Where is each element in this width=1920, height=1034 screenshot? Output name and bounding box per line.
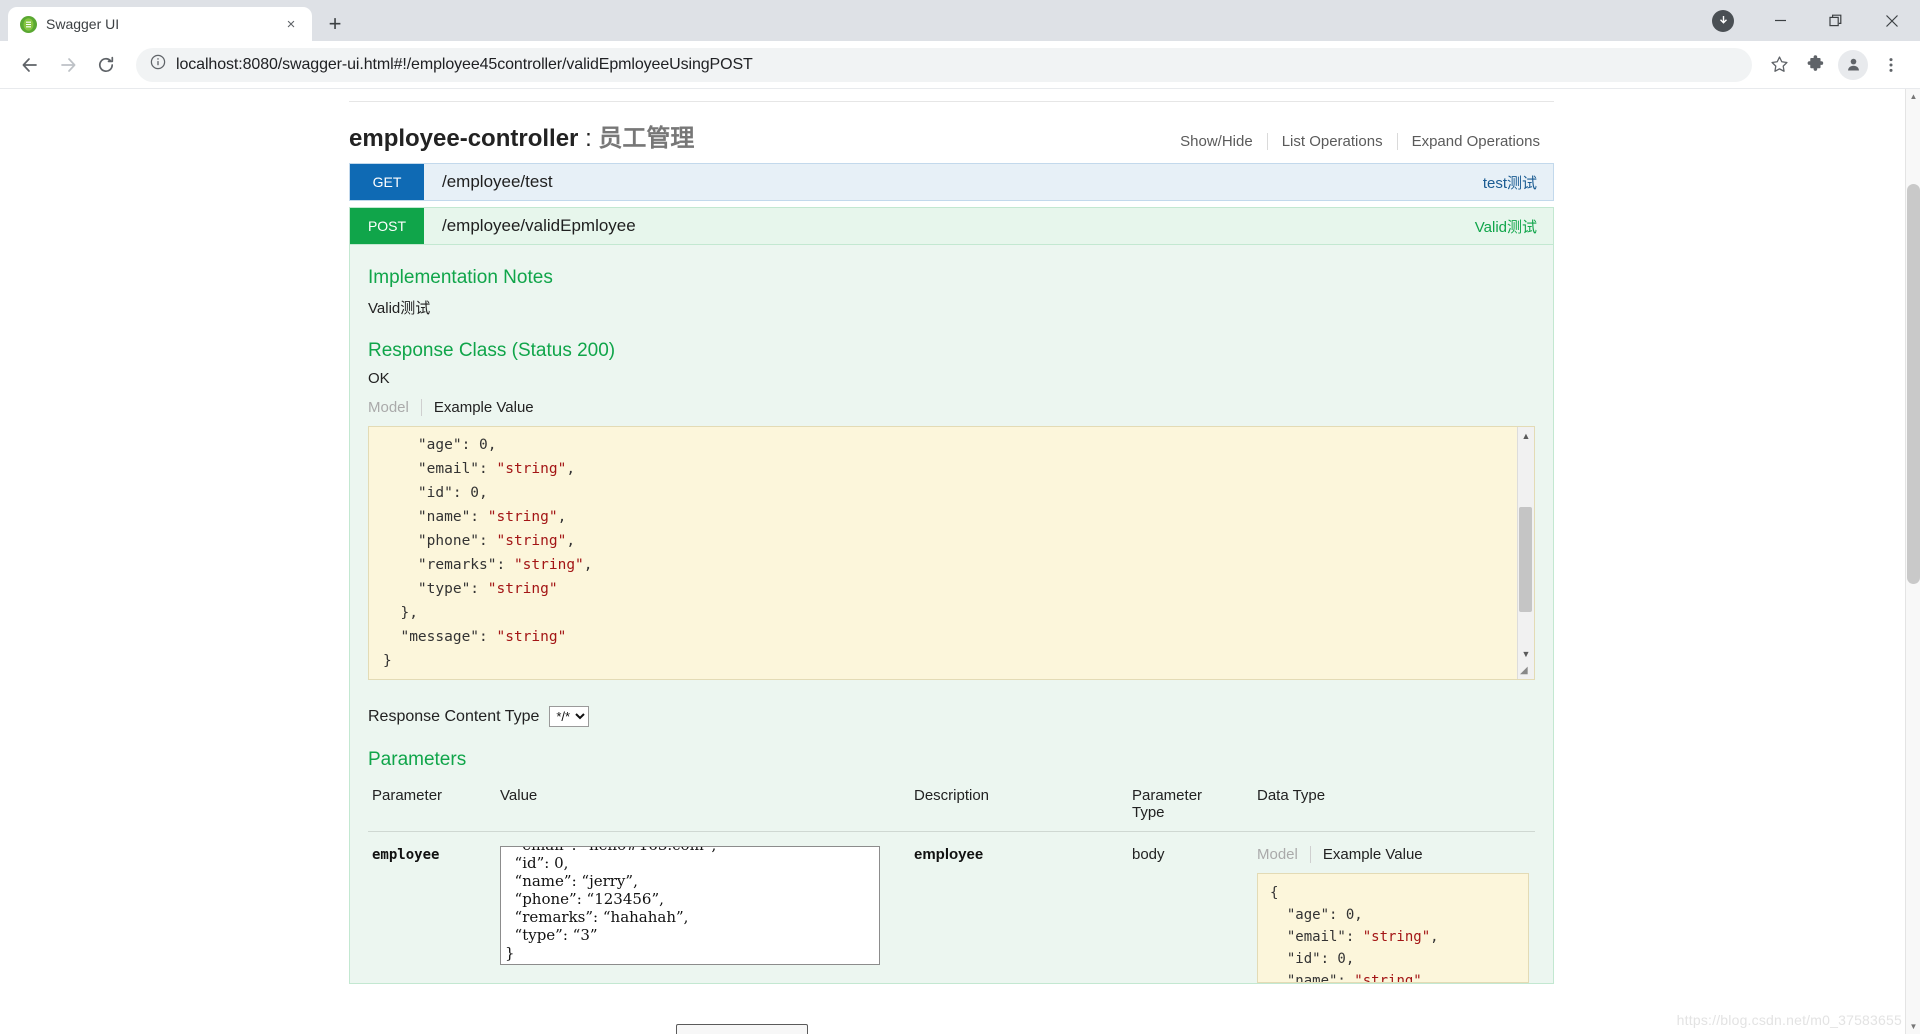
operation-path[interactable]: /employee/test — [424, 164, 1483, 200]
response-example-code-box: "data": { "age": 0, "email": "string", "… — [368, 426, 1535, 680]
browser-window: Swagger UI × + — [0, 0, 1920, 1034]
operation-header[interactable]: GET /employee/test test测试 — [349, 163, 1554, 201]
expand-operations-link[interactable]: Expand Operations — [1398, 133, 1554, 150]
window-maximize-button[interactable] — [1808, 0, 1864, 41]
header-parameter-type-line1: Parameter — [1132, 787, 1202, 804]
parameter-value-wrapper — [500, 846, 880, 969]
profile-avatar[interactable] — [1838, 50, 1868, 80]
page-scroll-down-icon[interactable]: ▼ — [1906, 1019, 1920, 1034]
browser-tab-title: Swagger UI — [46, 16, 271, 32]
resource-separator: : — [578, 125, 598, 152]
download-indicator-icon[interactable] — [1712, 10, 1734, 32]
reload-button[interactable] — [88, 47, 124, 83]
code-scrollbar[interactable]: ▲ ▼ — [1517, 427, 1534, 679]
resource-heading: employee-controller : 员工管理 Show/Hide Lis… — [349, 102, 1554, 163]
forward-button[interactable] — [50, 47, 86, 83]
response-content-type-label: Response Content Type — [368, 708, 539, 726]
header-value: Value — [496, 781, 910, 832]
bookmark-star-icon[interactable] — [1762, 48, 1796, 82]
page-scrollbar[interactable]: ▲ ▼ — [1905, 89, 1920, 1034]
back-button[interactable] — [12, 47, 48, 83]
watermark-text: https://blog.csdn.net/m0_37583655 — [1677, 1012, 1902, 1028]
response-content-type-row: Response Content Type */* — [368, 706, 1535, 727]
resize-grip-icon[interactable]: ◢ — [1520, 665, 1533, 678]
operation-get-employee-test: GET /employee/test test测试 — [349, 163, 1554, 201]
window-close-button[interactable] — [1864, 0, 1920, 41]
tab-example-value[interactable]: Example Value — [1311, 846, 1435, 863]
resource-actions: Show/Hide List Operations Expand Operati… — [1166, 133, 1554, 150]
operation-detail-panel: Implementation Notes Valid测试 Response Cl… — [349, 245, 1554, 984]
operation-summary[interactable]: test测试 — [1483, 164, 1553, 200]
parameters-title: Parameters — [368, 749, 1535, 771]
response-class-value: OK — [368, 370, 1535, 387]
operation-post-valid-employee: POST /employee/validEpmloyee Valid测试 Imp… — [349, 207, 1554, 984]
list-operations-link[interactable]: List Operations — [1268, 133, 1397, 150]
header-data-type: Data Type — [1253, 781, 1535, 832]
code-scroll-thumb[interactable] — [1519, 507, 1532, 612]
response-class-title: Response Class (Status 200) — [368, 340, 1535, 362]
try-it-out-button[interactable] — [676, 1024, 808, 1034]
tab-strip: Swagger UI × + — [0, 0, 352, 41]
tab-model[interactable]: Model — [1257, 846, 1310, 863]
window-minimize-button[interactable] — [1752, 0, 1808, 41]
address-bar-url: localhost:8080/swagger-ui.html#!/employe… — [176, 56, 753, 74]
resource-name: employee-controller — [349, 125, 578, 152]
swagger-favicon-icon — [20, 16, 37, 33]
implementation-notes-title: Implementation Notes — [368, 267, 1535, 289]
page-viewport: employee-controller : 员工管理 Show/Hide Lis… — [0, 89, 1920, 1034]
http-method-badge: GET — [350, 164, 424, 200]
header-parameter-type: Parameter Type — [1128, 781, 1253, 832]
page-scroll-thumb[interactable] — [1907, 184, 1920, 584]
parameter-value-input[interactable] — [500, 846, 880, 965]
browser-toolbar: localhost:8080/swagger-ui.html#!/employe… — [0, 41, 1920, 89]
parameter-type-value: body — [1132, 846, 1165, 863]
swagger-content: employee-controller : 员工管理 Show/Hide Lis… — [349, 89, 1554, 990]
parameter-name: employee — [372, 847, 439, 863]
new-tab-button[interactable]: + — [318, 7, 352, 41]
extensions-puzzle-icon[interactable] — [1798, 48, 1832, 82]
tab-example-value[interactable]: Example Value — [422, 399, 546, 416]
operation-summary[interactable]: Valid测试 — [1475, 208, 1553, 244]
cell-data-type: Model Example Value { "age": 0, "email":… — [1253, 832, 1535, 984]
browser-tab-swagger-ui[interactable]: Swagger UI × — [8, 7, 312, 41]
response-content-type-select[interactable]: */* — [549, 706, 589, 727]
response-model-tabs: Model Example Value — [368, 399, 1535, 416]
scroll-up-icon[interactable]: ▲ — [1518, 427, 1535, 444]
parameter-description: employee — [914, 846, 983, 863]
implementation-notes-text: Valid测试 — [368, 297, 1535, 318]
address-bar[interactable]: localhost:8080/swagger-ui.html#!/employe… — [136, 48, 1752, 82]
data-type-tabs: Model Example Value — [1257, 846, 1535, 863]
header-parameter: Parameter — [368, 781, 496, 832]
cell-parameter-name: employee — [368, 832, 496, 984]
data-type-example-code: { "age": 0, "email": "string", "id": 0, … — [1257, 873, 1529, 983]
cell-description: employee — [910, 832, 1128, 984]
tab-close-icon[interactable]: × — [280, 13, 302, 35]
resource-subtitle: 员工管理 — [598, 125, 694, 152]
header-parameter-type-line2: Type — [1132, 804, 1165, 821]
swagger-page: employee-controller : 员工管理 Show/Hide Lis… — [0, 89, 1905, 1034]
resource-title[interactable]: employee-controller : 员工管理 — [349, 118, 694, 153]
http-method-badge: POST — [350, 208, 424, 244]
page-scroll-up-icon[interactable]: ▲ — [1906, 89, 1920, 104]
parameters-table: Parameter Value Description Parameter Ty… — [368, 781, 1535, 983]
table-row: employee employee — [368, 832, 1535, 984]
try-it-out-strip — [349, 1024, 1554, 1034]
tab-model[interactable]: Model — [368, 399, 421, 416]
cell-parameter-value — [496, 832, 910, 984]
site-info-icon[interactable] — [150, 54, 166, 75]
chrome-menu-icon[interactable] — [1874, 48, 1908, 82]
operation-header[interactable]: POST /employee/validEpmloyee Valid测试 — [349, 207, 1554, 245]
window-controls — [1712, 0, 1920, 41]
response-example-code: "data": { "age": 0, "email": "string", "… — [369, 426, 1534, 673]
browser-title-bar: Swagger UI × + — [0, 0, 1920, 41]
scroll-down-icon[interactable]: ▼ — [1518, 645, 1535, 662]
show-hide-link[interactable]: Show/Hide — [1166, 133, 1267, 150]
cell-parameter-type: body — [1128, 832, 1253, 984]
operation-path[interactable]: /employee/validEpmloyee — [424, 208, 1475, 244]
parameters-header-row: Parameter Value Description Parameter Ty… — [368, 781, 1535, 832]
header-description: Description — [910, 781, 1128, 832]
